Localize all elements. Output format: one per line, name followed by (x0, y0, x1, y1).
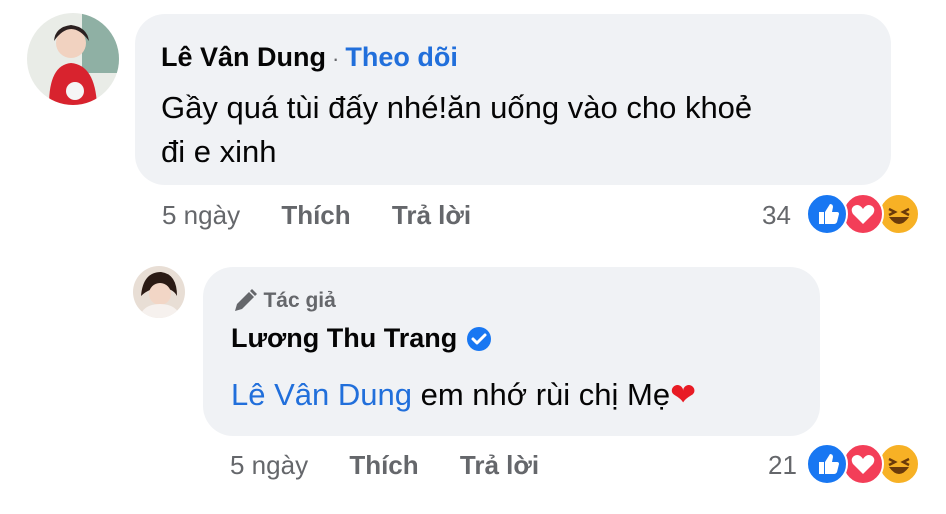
comment-text-line-2: đi e xinh (161, 134, 277, 169)
author-avatar[interactable] (133, 266, 185, 318)
reply-reaction-count[interactable]: 21 (768, 450, 797, 481)
like-button[interactable]: Thích (281, 200, 350, 230)
reply-text: Lê Vân Dung em nhớ rùi chị Mẹ❤ (231, 373, 696, 417)
comment-bubble: Lê Vân Dung · Theo dõi Gầy quá tùi đấy nhé… (135, 14, 891, 185)
reaction-summary[interactable] (806, 193, 922, 235)
pen-icon (235, 289, 257, 311)
like-icon (806, 193, 848, 235)
reply-reply-button[interactable]: Trả lời (460, 450, 539, 480)
commenter-avatar[interactable] (27, 13, 119, 105)
separator-dot: · (332, 46, 340, 71)
author-tag-label: Tác giả (263, 289, 336, 312)
haha-icon (878, 443, 920, 485)
reply-header: Lương Thu Trang (231, 323, 492, 354)
reply-message: em nhớ rùi chị Mẹ (420, 377, 671, 412)
reply-timestamp[interactable]: 5 ngày (230, 450, 308, 480)
comment-actions: 5 ngày Thích Trả lời (162, 200, 471, 231)
love-icon (842, 443, 884, 485)
love-icon (842, 193, 884, 235)
verified-badge-icon (466, 326, 491, 351)
reply-reaction-summary[interactable] (806, 443, 922, 485)
like-icon (806, 443, 848, 485)
reply-like-button[interactable]: Thích (349, 450, 418, 480)
comment-timestamp[interactable]: 5 ngày (162, 200, 240, 230)
heart-emoji: ❤ (670, 377, 697, 412)
mention-link[interactable]: Lê Vân Dung (231, 377, 412, 412)
commenter-name[interactable]: Lê Vân Dung (161, 42, 326, 72)
comment-text-line-1: Gầy quá tùi đấy nhé!ăn uống vào cho khoẻ (161, 90, 753, 125)
haha-icon (878, 193, 920, 235)
reply-author-name[interactable]: Lương Thu Trang (231, 323, 457, 353)
comment-header: Lê Vân Dung · Theo dõi (161, 42, 458, 73)
reaction-count[interactable]: 34 (762, 200, 791, 231)
comment-text: Gầy quá tùi đấy nhé!ăn uống vào cho khoẻ… (161, 86, 752, 174)
reply-button[interactable]: Trả lời (392, 200, 471, 230)
reply-bubble: Tác giả Lương Thu Trang Lê Vân Dung em n… (203, 267, 820, 436)
reply-actions: 5 ngày Thích Trả lời (230, 450, 539, 481)
follow-button[interactable]: Theo dõi (345, 42, 457, 72)
author-badge: Tác giả (231, 287, 336, 315)
